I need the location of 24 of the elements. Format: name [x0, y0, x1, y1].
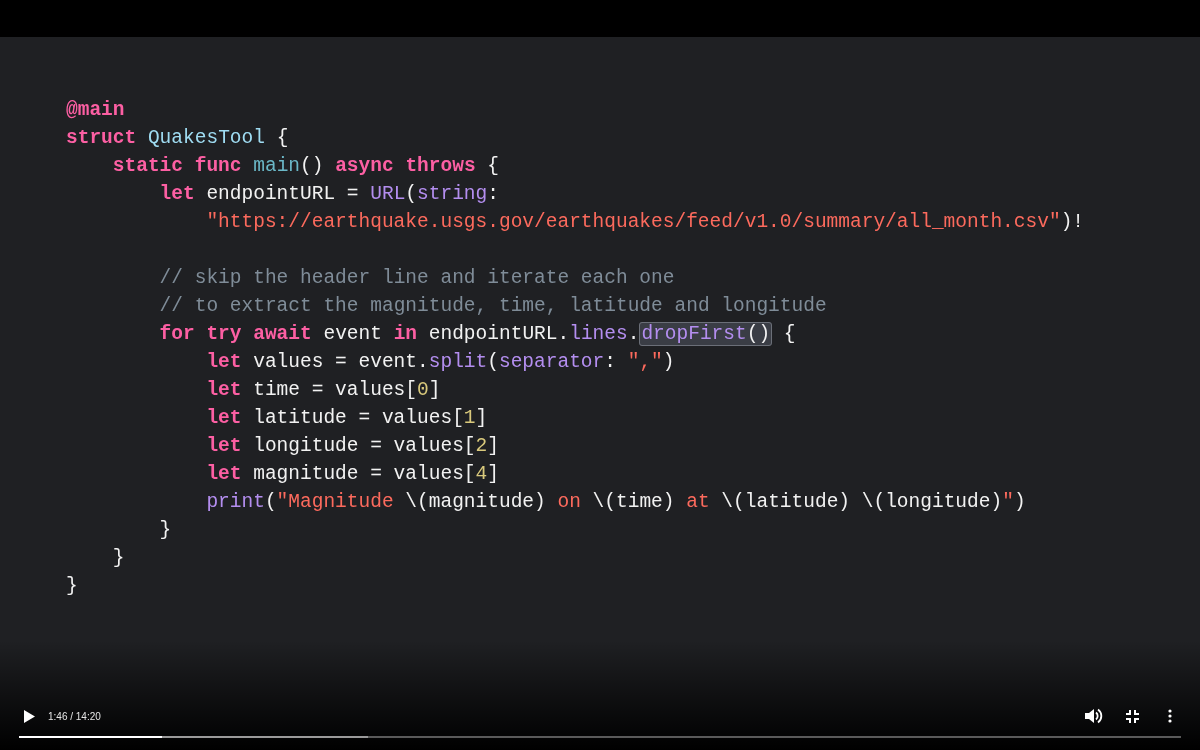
code-line: let magnitude = values[4]: [206, 462, 499, 487]
code-line: struct QuakesTool {: [66, 126, 289, 151]
code-line: print("Magnitude \(magnitude) on \(time) at \(latitude) \(longitude)"): [206, 490, 1026, 515]
code-line: let values = event.split(separator: ","): [206, 350, 675, 375]
code-line: static func main() async throws {: [112, 154, 499, 179]
highlighted-code: dropFirst(): [639, 322, 773, 346]
code-line: let endpointURL = URL(string:: [159, 182, 499, 207]
play-icon: [23, 709, 35, 723]
time-display: 1:46 / 14:20: [48, 709, 101, 724]
code-line: // skip the header line and iterate each one: [159, 266, 675, 291]
code-line: let latitude = values[1]: [206, 406, 488, 431]
code-line: let longitude = values[2]: [206, 434, 499, 459]
exit-fullscreen-icon: [1125, 709, 1139, 723]
code-line: for try await event in endpointURL.lines.dropFirst() {: [159, 321, 796, 348]
volume-button[interactable]: [1084, 706, 1104, 726]
code-line: let time = values[0]: [206, 378, 441, 403]
code-line: }: [66, 574, 78, 599]
code-line: @main: [66, 98, 125, 123]
volume-icon: [1085, 708, 1103, 724]
code-line: }: [159, 518, 172, 543]
more-icon: [1168, 709, 1172, 723]
code-line: // to extract the magnitude, time, latitude and longitude: [159, 294, 827, 319]
code-line: "https://earthquake.usgs.gov/earthquakes/feed/v1.0/summary/all_month.csv")!: [206, 210, 1085, 235]
code-line: }: [112, 546, 125, 571]
